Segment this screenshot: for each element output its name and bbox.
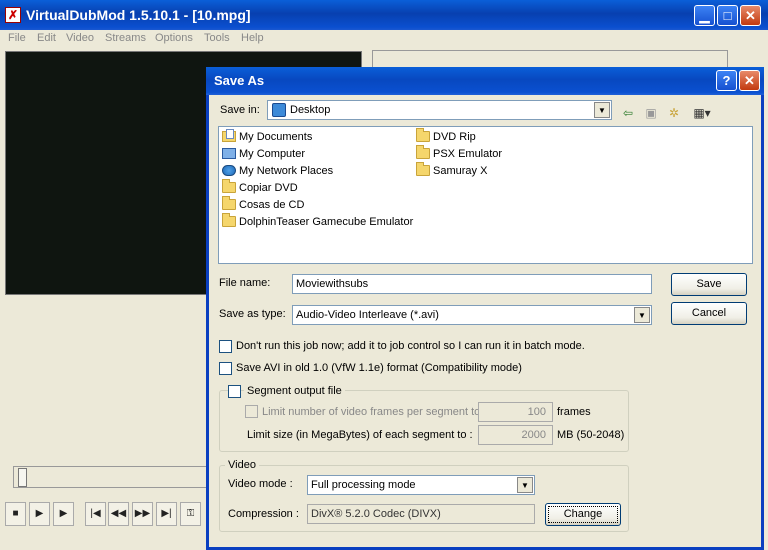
save-as-type-dropdown[interactable]: Audio-Video Interleave (*.avi) ▼: [292, 305, 652, 325]
list-item[interactable]: DVD Rip: [416, 128, 476, 147]
compression-label: Compression :: [228, 508, 299, 520]
old-avi-checkbox[interactable]: [219, 362, 232, 375]
folder-icon: [222, 196, 236, 210]
menu-help[interactable]: Help: [241, 32, 264, 44]
file-list[interactable]: My Documents My Computer My Network Plac…: [218, 126, 753, 264]
main-title-bar: ✗ VirtualDubMod 1.5.10.1 - [10.mpg] ▁ □ …: [0, 0, 768, 30]
list-item[interactable]: My Network Places: [222, 165, 333, 181]
play-output-icon[interactable]: ▶: [53, 502, 74, 526]
save-as-type-value: Audio-Video Interleave (*.avi): [296, 309, 439, 321]
network-places-icon: [222, 165, 236, 176]
file-name-label: File name:: [219, 277, 271, 289]
step-back-icon[interactable]: ◀◀: [108, 502, 129, 526]
batch-job-checkbox[interactable]: [219, 340, 232, 353]
change-compression-button[interactable]: Change: [545, 503, 621, 526]
chevron-down-icon[interactable]: ▼: [517, 477, 533, 493]
back-arrow-icon[interactable]: ⇦: [619, 104, 637, 122]
key-frame-icon[interactable]: ⚿: [180, 502, 201, 526]
limit-size-input[interactable]: 2000: [478, 425, 553, 445]
computer-icon: [222, 148, 236, 159]
help-button[interactable]: ?: [716, 70, 737, 91]
desktop-icon: [272, 103, 286, 117]
video-mode-value: Full processing mode: [311, 479, 416, 491]
slider-thumb[interactable]: [18, 468, 27, 487]
menu-options[interactable]: Options: [155, 32, 193, 44]
minimize-button[interactable]: ▁: [694, 5, 715, 26]
list-item[interactable]: Copiar DVD: [222, 179, 298, 198]
window-title: VirtualDubMod 1.5.10.1 - [10.mpg]: [26, 7, 251, 23]
old-avi-label: Save AVI in old 1.0 (VfW 1.1e) format (C…: [236, 362, 522, 374]
limit-size-value: 2000: [521, 429, 546, 441]
go-end-icon[interactable]: ▶|: [156, 502, 177, 526]
my-documents-icon: [222, 129, 236, 142]
new-folder-icon[interactable]: ✲: [665, 104, 683, 122]
limit-frames-value: 100: [527, 406, 546, 418]
folder-icon: [416, 162, 430, 176]
save-as-dialog: Save As ? ✕ Save in: Desktop ▼ ⇦ ▣ ✲ ▦▾ …: [206, 67, 764, 550]
stop-icon[interactable]: ■: [5, 502, 26, 526]
app-icon: ✗: [5, 7, 21, 23]
limit-frames-label: Limit number of video frames per segment…: [262, 406, 481, 418]
list-item[interactable]: Samuray X: [416, 162, 487, 181]
go-start-icon[interactable]: |◀: [85, 502, 106, 526]
limit-frames-input[interactable]: 100: [478, 402, 553, 422]
list-item[interactable]: DolphinTeaser Gamecube Emulator: [222, 213, 413, 232]
list-item[interactable]: PSX Emulator: [416, 145, 502, 164]
video-mode-label: Video mode :: [228, 478, 293, 490]
limit-size-label: Limit size (in MegaBytes) of each segmen…: [247, 429, 473, 441]
file-name-input[interactable]: Moviewithsubs: [292, 274, 652, 294]
play-input-icon[interactable]: ▶: [29, 502, 50, 526]
save-in-dropdown[interactable]: Desktop ▼: [267, 100, 612, 120]
view-menu-icon[interactable]: ▦▾: [689, 104, 715, 122]
compression-value: DivX® 5.2.0 Codec (DIVX): [311, 508, 441, 520]
cancel-button[interactable]: Cancel: [671, 302, 747, 325]
limit-size-unit: MB (50-2048): [557, 429, 625, 441]
batch-job-label: Don't run this job now; add it to job co…: [236, 340, 585, 352]
dialog-title: Save As: [214, 73, 265, 88]
segment-output-checkbox[interactable]: [228, 385, 241, 398]
menu-bar: File Edit Video Streams Options Tools He…: [0, 30, 768, 48]
folder-icon: [416, 145, 430, 159]
save-button[interactable]: Save: [671, 273, 747, 296]
folder-icon: [222, 179, 236, 193]
limit-frames-checkbox[interactable]: [245, 405, 258, 418]
folder-icon: [222, 213, 236, 227]
dialog-close-button[interactable]: ✕: [739, 70, 760, 91]
step-forward-icon[interactable]: ▶▶: [132, 502, 153, 526]
video-mode-dropdown[interactable]: Full processing mode ▼: [307, 475, 535, 495]
compression-field: DivX® 5.2.0 Codec (DIVX): [307, 504, 535, 524]
menu-streams[interactable]: Streams: [105, 32, 146, 44]
chevron-down-icon[interactable]: ▼: [594, 102, 610, 118]
menu-tools[interactable]: Tools: [204, 32, 230, 44]
up-folder-icon[interactable]: ▣: [642, 104, 660, 122]
video-group-title: Video: [225, 459, 259, 471]
file-name-value: Moviewithsubs: [296, 278, 369, 290]
list-item[interactable]: Cosas de CD: [222, 196, 304, 215]
save-in-label: Save in:: [220, 104, 260, 116]
save-in-value: Desktop: [290, 104, 331, 116]
segment-output-label: Segment output file: [244, 385, 345, 397]
list-item[interactable]: My Computer: [222, 148, 305, 164]
maximize-button[interactable]: □: [717, 5, 738, 26]
list-item[interactable]: My Documents: [222, 129, 312, 147]
limit-frames-unit: frames: [557, 406, 591, 418]
menu-video[interactable]: Video: [66, 32, 94, 44]
chevron-down-icon[interactable]: ▼: [634, 307, 650, 323]
close-button[interactable]: ✕: [740, 5, 761, 26]
menu-file[interactable]: File: [8, 32, 26, 44]
segment-group: [219, 390, 629, 452]
save-as-type-label: Save as type:: [219, 308, 286, 320]
folder-icon: [416, 128, 430, 142]
position-slider[interactable]: [13, 466, 213, 488]
dialog-title-bar: Save As ? ✕: [206, 67, 764, 95]
menu-edit[interactable]: Edit: [37, 32, 56, 44]
